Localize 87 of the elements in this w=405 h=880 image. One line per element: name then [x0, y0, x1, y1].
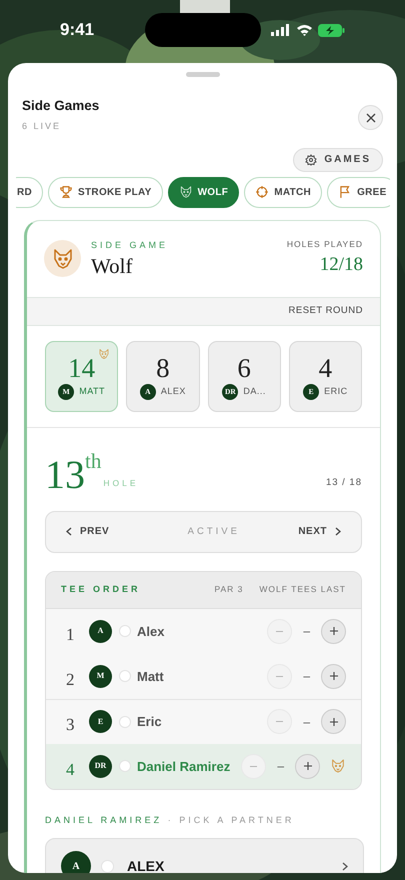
battery-charging-icon	[318, 24, 345, 36]
drag-handle[interactable]	[186, 72, 220, 77]
radio-button[interactable]	[119, 625, 131, 638]
crosshair-icon	[255, 185, 270, 200]
previous-hole-button[interactable]: PREV	[66, 524, 110, 540]
avatar: E	[89, 710, 112, 734]
stroke-count: –	[303, 623, 310, 640]
par-label: PAR 3	[214, 583, 244, 596]
tab[interactable]: RD	[16, 176, 44, 208]
close-icon	[366, 112, 376, 122]
tee-row[interactable]: 2 M Matt –	[46, 654, 361, 699]
signal-icon	[271, 24, 291, 36]
wolf-icon	[98, 348, 110, 360]
tee-position: 2	[66, 668, 76, 690]
player-name: Alex	[137, 622, 164, 640]
increase-button[interactable]	[295, 754, 320, 779]
tee-row[interactable]: 4 DR Daniel Ramirez –	[46, 744, 361, 789]
points: 6	[237, 352, 251, 383]
hole-label: HOLE	[103, 477, 138, 490]
player-name: ALEX	[160, 385, 186, 398]
live-count: 6 LIVE	[22, 120, 62, 134]
decrease-button[interactable]	[267, 618, 292, 644]
radio-button[interactable]	[119, 760, 131, 772]
decrease-button[interactable]	[267, 664, 292, 689]
player-name: Matt	[137, 668, 164, 686]
game-eyebrow: SIDE GAME	[91, 239, 168, 252]
tee-position: 1	[66, 624, 76, 646]
avatar: A	[89, 620, 112, 643]
avatar: M	[89, 664, 112, 688]
hole-number: 13	[45, 454, 85, 495]
player-name: Eric	[137, 713, 162, 731]
tee-position: 4	[66, 758, 76, 780]
tee-order-title: TEE ORDER	[61, 583, 141, 596]
wifi-icon	[296, 24, 313, 36]
tee-row[interactable]: 3 E Eric –	[46, 698, 361, 744]
increase-button[interactable]	[321, 709, 346, 734]
settings-icon	[305, 154, 318, 166]
radio-button[interactable]	[119, 670, 131, 682]
tee-row[interactable]: 1 A Alex –	[46, 608, 361, 654]
increase-button[interactable]	[321, 618, 346, 644]
tab[interactable]: GREE	[327, 176, 390, 208]
radio-button[interactable]	[101, 860, 114, 873]
sheet-title: Side Games	[22, 97, 100, 115]
trophy-icon	[59, 185, 74, 200]
points: 14	[68, 352, 96, 383]
wolf-icon	[330, 758, 346, 774]
tab[interactable]: STROKE PLAY	[48, 176, 163, 208]
hole-status: ACTIVE	[188, 524, 240, 539]
plus-icon	[304, 762, 312, 770]
partner-prompt: DANIEL RAMIREZ · PICK A PARTNER	[45, 814, 296, 827]
radio-button[interactable]	[119, 716, 131, 728]
avatar: DR	[89, 754, 112, 778]
chevron-left-icon	[66, 527, 72, 536]
close-button[interactable]	[358, 105, 383, 130]
clock-time: 9:41	[60, 19, 94, 42]
reset-round-button[interactable]: RESET ROUND	[288, 304, 363, 318]
plus-icon	[330, 672, 338, 680]
chevron-right-icon	[342, 862, 348, 871]
player-name: MATT	[79, 385, 106, 398]
points: 8	[156, 352, 170, 383]
avatar: A	[61, 851, 91, 873]
stroke-count: –	[277, 758, 284, 776]
next-hole-button[interactable]: NEXT	[298, 524, 341, 540]
tee-rule-note: WOLF TEES LAST	[259, 583, 346, 596]
plus-icon	[330, 718, 338, 726]
points: 4	[318, 352, 332, 383]
game-name: Wolf	[91, 252, 134, 278]
wolf-icon	[178, 185, 193, 200]
player-name: DA...	[243, 385, 266, 398]
chevron-right-icon	[335, 527, 341, 536]
holes-played-value: 12/18	[320, 252, 363, 277]
player-name: Daniel Ramirez	[137, 758, 230, 776]
ordinal-suffix: th	[85, 450, 102, 472]
partner-option[interactable]: A ALEX	[45, 838, 364, 873]
stroke-count: –	[303, 714, 310, 731]
tab[interactable]: MATCH	[244, 176, 322, 208]
increase-button[interactable]	[321, 664, 346, 689]
flag-icon	[338, 185, 352, 200]
holes-played-label: HOLES PLAYED	[286, 238, 363, 251]
player-name: ERIC	[324, 385, 348, 398]
decrease-button[interactable]	[241, 754, 266, 779]
decrease-button[interactable]	[267, 709, 292, 734]
tab[interactable]: WOLF	[168, 176, 240, 208]
stroke-count: –	[303, 668, 310, 686]
plus-icon	[330, 627, 338, 636]
tee-position: 3	[66, 714, 76, 736]
games-button[interactable]: GAMES	[293, 148, 383, 172]
